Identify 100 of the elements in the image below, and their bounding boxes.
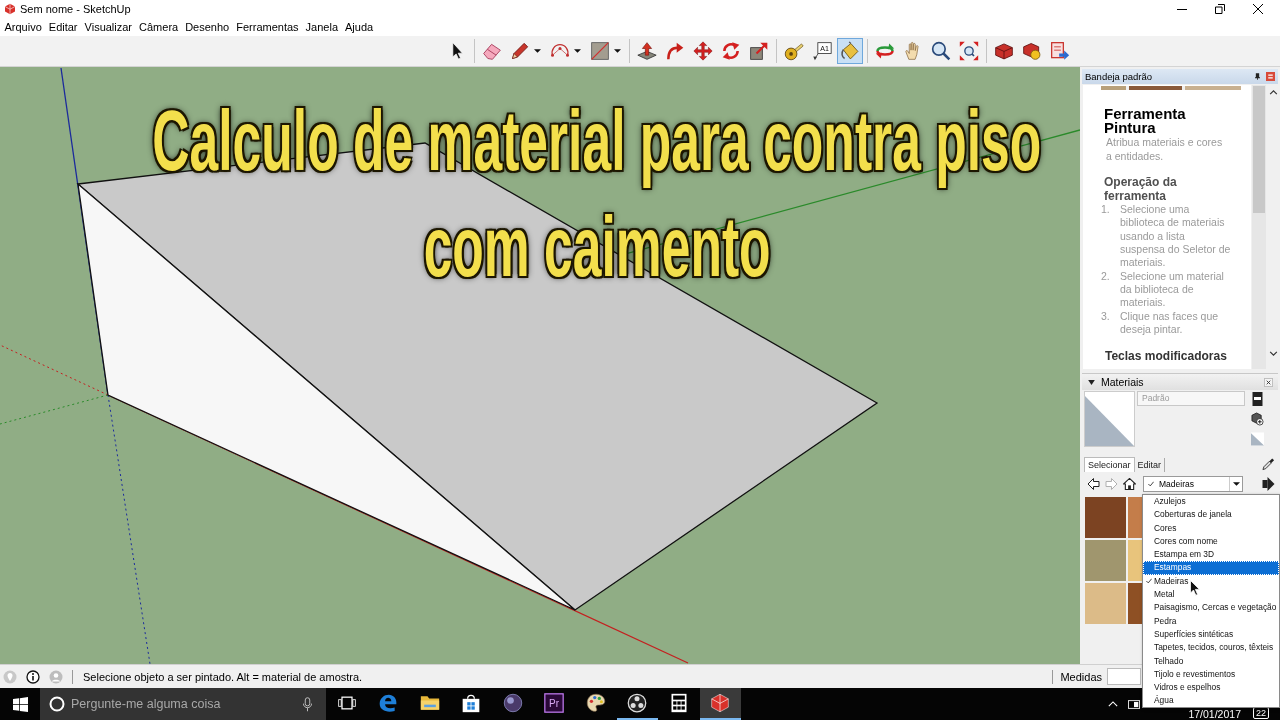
monitor-icon[interactable] [1128, 699, 1141, 709]
material-swatch[interactable] [1128, 497, 1142, 538]
close-icon[interactable] [1264, 377, 1273, 387]
document-arrow-icon [1050, 41, 1070, 61]
menu-item[interactable]: Desenho [181, 19, 233, 35]
dropdown-option[interactable]: Tapetes, tecidos, couros, têxteis [1143, 641, 1279, 655]
sample-paint-button[interactable] [1260, 456, 1276, 472]
dropdown-option[interactable]: Estampa em 3D [1143, 548, 1279, 562]
pencil-icon [510, 41, 530, 61]
materials-title: Materiais [1101, 376, 1145, 388]
dropdown-option[interactable]: Cores com nome [1143, 534, 1279, 549]
step-text: Selecione um material da biblioteca de materiais. [1120, 269, 1225, 310]
windows-logo-icon [12, 696, 28, 712]
box-icon [994, 41, 1014, 61]
tray-title: Bandeja padrão [1085, 71, 1154, 82]
curved-arrow-icon [665, 41, 685, 61]
step-text: Clique nas faces que deseja pintar. [1120, 309, 1220, 337]
dropdown-option[interactable]: Metal [1143, 588, 1279, 602]
measurements-label: Medidas [1060, 670, 1102, 683]
status-message: Selecione objeto a ser pintado. Alt = material de amostra. [83, 670, 363, 683]
details-button[interactable] [1260, 476, 1276, 492]
move-tool-button[interactable] [690, 38, 716, 64]
dropdown-option[interactable]: Vidros e espelhos [1143, 681, 1279, 695]
zoom-extents-icon [959, 41, 979, 61]
rectangle-icon [590, 41, 610, 61]
close-icon [1253, 4, 1263, 14]
dropdown-option[interactable]: Madeiras [1143, 574, 1279, 589]
eraser-icon [482, 41, 502, 61]
paint-bucket-icon [840, 41, 860, 61]
collapse-triangle-icon[interactable] [1088, 379, 1095, 385]
taskbar-app-button[interactable]: Pr [533, 688, 575, 720]
folder-icon [419, 693, 440, 713]
shopping-bag-icon [461, 693, 482, 713]
menu-item[interactable]: Visualizar [81, 19, 136, 35]
menu-item[interactable]: Janela [302, 19, 342, 35]
dropdown-option[interactable]: Telhado [1143, 654, 1279, 668]
browser-icon [378, 693, 399, 713]
dropdown-option[interactable]: Água [1143, 694, 1279, 708]
circle-icon [49, 696, 65, 712]
material-swatch[interactable] [1085, 497, 1126, 538]
letter-tile-icon: Pr [544, 693, 565, 713]
chevron-up-icon[interactable] [1108, 701, 1119, 707]
dropdown-option[interactable]: Tijolo e revestimentos [1143, 667, 1279, 682]
dropdown-option[interactable]: Paisagismo, Cercas e vegetação [1143, 601, 1279, 615]
tape-measure-icon [784, 41, 804, 61]
dropdown-option[interactable]: Cores [1143, 521, 1279, 535]
material-swatch[interactable] [1085, 540, 1126, 581]
library-dropdown[interactable]: Madeiras [1143, 476, 1243, 492]
section-heading: Operação da ferramenta [1104, 176, 1178, 203]
material-swatch[interactable] [1128, 583, 1142, 624]
clock-date[interactable]: 17/01/2017 [1188, 708, 1241, 720]
paint-bucket-tool-button[interactable] [837, 38, 863, 64]
three-dot-circle-icon [627, 693, 648, 713]
menu-item[interactable]: Câmera [135, 19, 182, 35]
right-arrow-box-icon [1261, 477, 1275, 491]
step-number: 3. [1101, 309, 1111, 324]
measurements-field[interactable] [1107, 668, 1141, 685]
dropdown-option[interactable]: Coberturas de janela [1143, 508, 1279, 522]
taskbar-app-button[interactable] [699, 688, 741, 720]
dropdown-option[interactable]: Superfícies sintéticas [1143, 627, 1279, 642]
check-icon [1148, 481, 1154, 487]
four-arrows-icon [693, 41, 713, 61]
dropdown-option[interactable]: Pedra [1143, 614, 1279, 628]
menu-item[interactable]: Arquivo [1, 19, 46, 35]
caret-icon [574, 49, 581, 53]
step-number: 2. [1101, 269, 1111, 284]
scale-box-icon [749, 41, 769, 61]
menu-item[interactable]: Ferramentas [232, 19, 303, 35]
maximize-icon [1215, 4, 1225, 14]
home-button[interactable] [1120, 476, 1138, 492]
tab[interactable]: Editar [1134, 458, 1166, 472]
right-arrow-icon [1104, 478, 1118, 490]
caret-icon [534, 49, 541, 53]
scroll-up-icon[interactable] [1268, 90, 1278, 95]
pin-icon[interactable] [1255, 73, 1260, 80]
zoom-icon [931, 41, 951, 61]
dropdown-option[interactable]: Azulejos [1143, 495, 1279, 509]
material-preview [1084, 391, 1135, 447]
microphone-icon[interactable] [303, 696, 312, 712]
menu-item[interactable]: Ajuda [341, 19, 377, 35]
rectangle-slot-icon[interactable] [1250, 392, 1264, 406]
dropdown-option[interactable]: Estampas [1143, 561, 1279, 575]
scrollbar-thumb[interactable] [1253, 86, 1265, 213]
left-arrow-icon [1086, 478, 1100, 490]
scroll-down-icon[interactable] [1268, 351, 1278, 356]
caret-icon [1232, 482, 1240, 486]
step-text: Selecione uma biblioteca de materiais usando a lista suspensa do Seletor de materiais. [1120, 203, 1231, 270]
materials-header[interactable]: Materiais [1082, 373, 1278, 390]
cube-plus-icon[interactable] [1250, 412, 1264, 426]
tab[interactable]: Selecionar [1084, 457, 1135, 472]
scrollbar-track[interactable] [1252, 85, 1266, 369]
menu-item[interactable]: Editar [45, 19, 82, 35]
material-swatch[interactable] [1085, 583, 1126, 624]
triangle-swatch-icon[interactable] [1250, 432, 1264, 446]
section-heading: Teclas modificadoras [1105, 350, 1228, 364]
material-swatch[interactable] [1128, 540, 1142, 581]
info-icon[interactable] [26, 669, 40, 684]
search-field[interactable]: Pergunte-me alguma coisa [40, 688, 326, 720]
mouse-pointer-icon [1190, 580, 1200, 596]
app-logo-icon [4, 3, 16, 15]
